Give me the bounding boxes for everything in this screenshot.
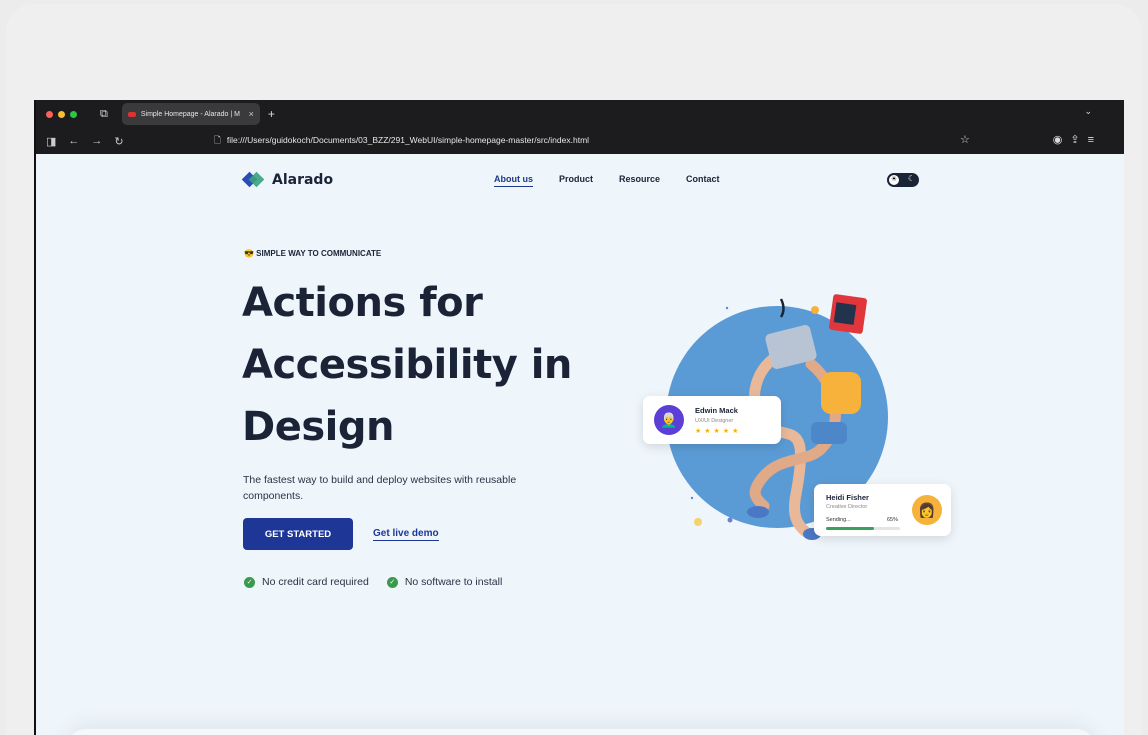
tab-close-icon[interactable]: × <box>249 109 254 119</box>
tab-overview-icon[interactable]: ⧉ <box>100 108 108 121</box>
headline-line-3: Design <box>242 404 394 450</box>
nav-product[interactable]: Product <box>559 174 593 187</box>
figure-shorts <box>811 422 847 444</box>
check-label: No credit card required <box>262 576 369 588</box>
progress-track <box>826 527 900 530</box>
check-icon: ✓ <box>244 576 255 588</box>
check-label: No software to install <box>404 576 503 588</box>
toolbar-right-icons[interactable]: ◉⇪≡ <box>1053 133 1102 146</box>
back-icon[interactable]: ← <box>68 135 79 147</box>
forward-icon[interactable]: → <box>91 135 102 147</box>
check-item: ✓ No credit card required <box>244 576 369 588</box>
eyebrow-text: 😎 SIMPLE WAY TO COMMUNICATE <box>244 249 382 258</box>
card-role: Creative Director <box>826 504 868 510</box>
nav-about-us[interactable]: About us <box>494 174 533 187</box>
new-tab-button[interactable]: + <box>268 107 275 121</box>
card-name: Edwin Mack <box>695 406 738 415</box>
logo-text: Alarado <box>272 172 334 188</box>
feature-checks: ✓ No credit card required ✓ No software … <box>244 576 502 588</box>
tab-bar: ⧉ Simple Homepage - Alarado | M × + ⌄ <box>36 100 1124 128</box>
check-icon: ✓ <box>386 576 398 588</box>
url-text: file:///Users/guidokoch/Documents/03_BZZ… <box>226 135 590 145</box>
chevron-down-icon[interactable]: ⌄ <box>1084 106 1092 117</box>
site-logo[interactable]: Alarado <box>241 171 334 188</box>
sending-label: Sending... <box>826 517 851 523</box>
tab-title: Simple Homepage - Alarado | M <box>140 110 240 118</box>
dark-mode-toggle[interactable]: ☀ ☾ <box>887 173 919 187</box>
logo-diamond-icon <box>241 171 265 188</box>
rating-stars-icon: ★★★★★ <box>695 428 742 435</box>
nav-resource[interactable]: Resource <box>619 174 660 187</box>
figure-shirt <box>821 372 861 414</box>
headline-line-2: Accessibility in <box>242 342 572 388</box>
browser-window: ⧉ Simple Homepage - Alarado | M × + ⌄ ◨ … <box>34 100 1124 735</box>
avatar: 👩 <box>912 495 942 525</box>
decor-ring <box>811 306 819 314</box>
decor-dot <box>727 517 733 523</box>
moon-icon: ☾ <box>907 174 915 183</box>
profile-card-heidi: Heidi Fisher Creative Director Sending..… <box>814 484 951 536</box>
main-nav: About us Product Resource Contact <box>494 174 720 187</box>
favicon-icon <box>127 111 136 117</box>
get-started-button[interactable]: GET STARTED <box>243 518 353 550</box>
profile-card-edwin: 👨‍🦳 Edwin Mack UX/UI Designer ★★★★★ <box>643 396 781 444</box>
avatar: 👨‍🦳 <box>654 405 684 435</box>
browser-tab[interactable]: Simple Homepage - Alarado | M × <box>121 103 260 125</box>
decor-dot <box>690 496 694 500</box>
hero-headline: Actions for Accessibility in Design <box>242 272 622 458</box>
progress-fill <box>826 527 875 530</box>
maximize-window-button[interactable] <box>70 110 77 118</box>
nav-contact[interactable]: Contact <box>686 174 720 187</box>
decor-dot <box>725 306 729 310</box>
close-window-button[interactable] <box>46 110 53 118</box>
document-icon: 🗋 <box>214 135 221 145</box>
sidebar-icon[interactable]: ◨ <box>46 135 56 148</box>
live-demo-link[interactable]: Get live demo <box>373 528 439 541</box>
hero-illustration: 👨‍🦳 Edwin Mack UX/UI Designer ★★★★★ Heid… <box>606 274 951 574</box>
minimize-window-button[interactable] <box>58 110 65 118</box>
web-page: Alarado About us Product Resource Contac… <box>36 154 1124 735</box>
card-name: Heidi Fisher <box>826 493 869 502</box>
address-bar[interactable]: 🗋 file:///Users/guidokoch/Documents/03_BZ… <box>214 135 601 149</box>
monitor-screen <box>833 302 857 325</box>
progress-percent: 65% <box>887 517 899 523</box>
next-section-edge <box>66 729 1096 735</box>
check-item: ✓ No software to install <box>386 576 503 588</box>
browser-toolbar: ◨ ← → ↻ 🗋 file:///Users/guidokoch/Documen… <box>36 128 1124 154</box>
bookmark-star-icon[interactable]: ☆ <box>960 133 970 146</box>
figure-shoe <box>747 506 769 518</box>
card-role: UX/UI Designer <box>695 418 734 424</box>
decor-dot <box>694 518 702 526</box>
sun-icon: ☀ <box>888 174 900 186</box>
reload-icon[interactable]: ↻ <box>114 135 123 148</box>
headline-line-1: Actions for <box>242 280 483 326</box>
hero-subtitle: The fastest way to build and deploy webs… <box>243 474 517 502</box>
